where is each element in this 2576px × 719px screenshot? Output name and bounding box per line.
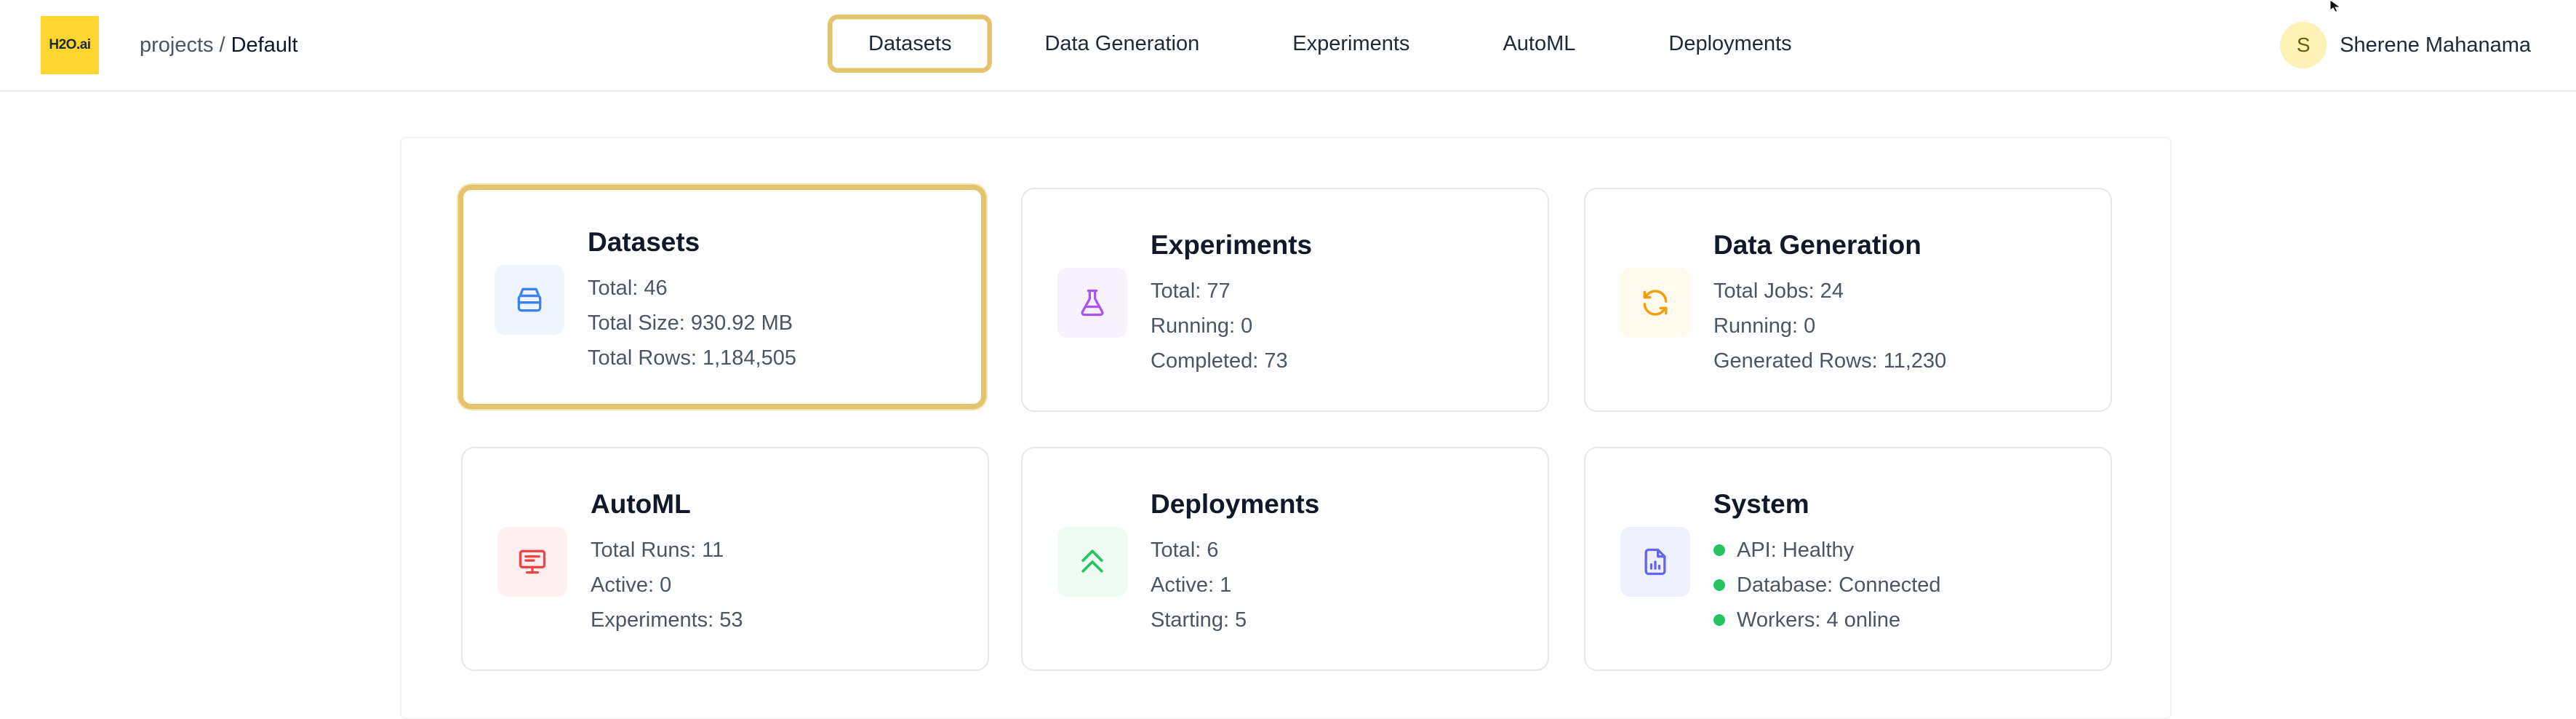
status-dot-icon	[1713, 544, 1725, 556]
main-nav: Datasets Data Generation Experiments Aut…	[828, 15, 1844, 73]
dashboard-panel: Datasets Total: 46 Total Size: 930.92 MB…	[400, 137, 2172, 719]
experiments-icon-box	[1057, 268, 1127, 338]
deployments-icon-box	[1057, 527, 1127, 597]
system-status-workers: Workers: 4 online	[1713, 603, 1941, 637]
nav-tab-datasets[interactable]: Datasets	[828, 15, 993, 73]
deployments-total: Total: 6	[1151, 539, 1219, 562]
card-title: Deployments	[1151, 489, 1320, 519]
card-title: Experiments	[1151, 230, 1313, 260]
card-title: AutoML	[591, 489, 691, 519]
card-system[interactable]: System API: Healthy Database: Connected …	[1584, 447, 2112, 671]
experiments-running: Running: 0	[1151, 314, 1253, 338]
h2o-logo[interactable]: H2O.ai	[41, 16, 99, 74]
nav-tab-data-generation[interactable]: Data Generation	[1004, 15, 1240, 73]
data-generation-generated-rows: Generated Rows: 11,230	[1713, 349, 1947, 373]
user-menu[interactable]: S Sherene Mahanama	[2280, 22, 2531, 68]
card-automl[interactable]: AutoML Total Runs: 11 Active: 0 Experime…	[461, 447, 989, 671]
datasets-total-rows: Total Rows: 1,184,505	[588, 346, 796, 370]
deployments-active: Active: 1	[1151, 573, 1232, 597]
automl-total-runs: Total Runs: 11	[591, 539, 724, 562]
mouse-cursor-icon	[2329, 0, 2342, 12]
card-datasets[interactable]: Datasets Total: 46 Total Size: 930.92 MB…	[458, 185, 986, 409]
chart-document-icon	[1644, 548, 1666, 576]
system-icon-box	[1620, 527, 1690, 597]
experiments-completed: Completed: 73	[1151, 349, 1288, 373]
system-status-database: Database: Connected	[1713, 568, 1941, 603]
breadcrumb-separator: /	[219, 33, 225, 57]
database-icon	[517, 287, 542, 312]
status-dot-icon	[1713, 614, 1725, 626]
card-title: Data Generation	[1713, 230, 1921, 260]
datasets-total: Total: 46	[588, 277, 668, 300]
monitor-icon	[519, 549, 546, 574]
card-data-generation[interactable]: Data Generation Total Jobs: 24 Running: …	[1584, 188, 2112, 412]
system-workers-text: Workers: 4 online	[1737, 608, 1901, 632]
data-generation-total-jobs: Total Jobs: 24	[1713, 279, 1844, 303]
deployments-starting: Starting: 5	[1151, 608, 1247, 632]
card-title: Datasets	[588, 227, 700, 257]
breadcrumb: projects / Default	[140, 29, 298, 61]
system-database-text: Database: Connected	[1737, 573, 1941, 597]
experiments-total: Total: 77	[1151, 279, 1231, 303]
automl-active: Active: 0	[591, 573, 672, 597]
avatar: S	[2280, 22, 2327, 68]
data-generation-running: Running: 0	[1713, 314, 1816, 338]
automl-experiments: Experiments: 53	[591, 608, 743, 632]
user-name: Sherene Mahanama	[2340, 33, 2531, 57]
card-deployments[interactable]: Deployments Total: 6 Active: 1 Starting:…	[1021, 447, 1549, 671]
card-experiments[interactable]: Experiments Total: 77 Running: 0 Complet…	[1021, 188, 1549, 412]
logo-text: H2O.ai	[49, 37, 91, 52]
nav-tab-experiments[interactable]: Experiments	[1252, 15, 1450, 73]
status-dot-icon	[1713, 579, 1725, 591]
automl-icon-box	[497, 527, 567, 597]
nav-tab-deployments[interactable]: Deployments	[1628, 15, 1832, 73]
flask-icon	[1081, 289, 1104, 317]
datasets-icon-box	[495, 265, 564, 335]
refresh-icon	[1643, 290, 1668, 316]
top-header: H2O.ai projects / Default Datasets Data Ge…	[0, 0, 2576, 92]
breadcrumb-current-project: Default	[231, 33, 298, 57]
chevrons-up-icon	[1081, 549, 1103, 573]
card-title: System	[1713, 489, 1809, 519]
system-api-text: API: Healthy	[1737, 539, 1855, 562]
breadcrumb-projects[interactable]: projects	[140, 33, 214, 57]
system-status-api: API: Healthy	[1713, 533, 1941, 568]
datasets-total-size: Total Size: 930.92 MB	[588, 311, 793, 335]
data-generation-icon-box	[1620, 268, 1690, 338]
nav-tab-automl[interactable]: AutoML	[1462, 15, 1616, 73]
